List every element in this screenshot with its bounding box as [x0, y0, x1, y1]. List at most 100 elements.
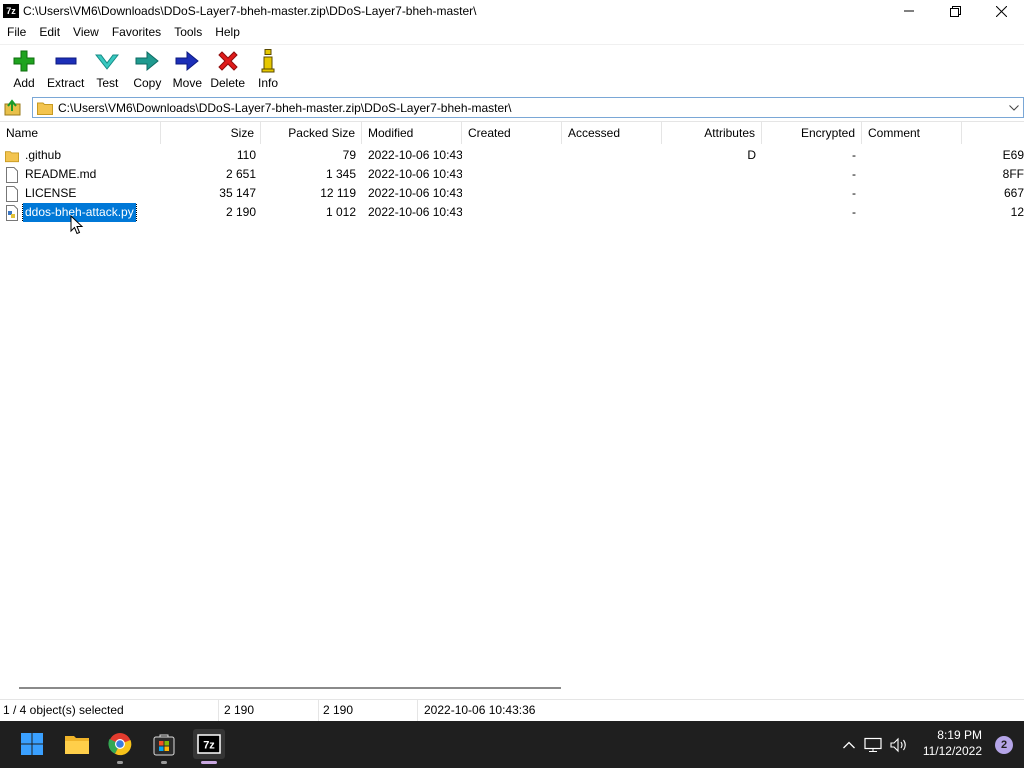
volume-button[interactable] [886, 721, 912, 768]
file-crc-cell: 8FF [1002, 167, 1024, 181]
network-icon [864, 737, 882, 752]
info-icon [255, 49, 281, 73]
file-crc-cell: 667 [1003, 186, 1024, 200]
file-name-cell: LICENSE [5, 184, 160, 203]
file-size-cell: 2 190 [225, 205, 256, 219]
column-header-name[interactable]: Name [0, 122, 161, 144]
status-selection: 1 / 4 object(s) selected [0, 700, 219, 721]
taskbar-7zip[interactable]: 7z [193, 729, 225, 759]
column-header-packed-size[interactable]: Packed Size [261, 122, 362, 144]
address-path-text: C:\Users\VM6\Downloads\DDoS-Layer7-bheh-… [58, 100, 512, 115]
info-button[interactable]: Info [248, 45, 288, 93]
menu-bar: File Edit View Favorites Tools Help [0, 22, 1024, 42]
file-size-cell: 110 [236, 148, 256, 162]
address-bar: C:\Users\VM6\Downloads\DDoS-Layer7-bheh-… [0, 96, 1024, 118]
svg-text:7z: 7z [203, 740, 215, 752]
file-encrypted-cell: - [852, 167, 856, 181]
file-size-cell: 2 651 [225, 167, 256, 181]
minus-icon [53, 49, 79, 73]
table-row[interactable]: README.md 2 651 1 345 2022-10-06 10:43 -… [0, 165, 1024, 184]
folder-icon [37, 102, 53, 115]
address-path-field[interactable]: C:\Users\VM6\Downloads\DDoS-Layer7-bheh-… [32, 97, 1024, 118]
taskbar-clock[interactable]: 8:19 PM 11/12/2022 [923, 727, 982, 759]
status-packed-size: 2 190 [320, 700, 418, 721]
toolbar: Add Extract Test Copy Move Delete Info [0, 44, 1024, 94]
chevron-up-icon [843, 741, 855, 748]
taskbar-chrome[interactable] [105, 729, 135, 759]
document-icon [6, 166, 18, 183]
title-bar: 7z C:\Users\VM6\Downloads\DDoS-Layer7-bh… [0, 0, 1024, 22]
status-size: 2 190 [221, 700, 319, 721]
column-header-size[interactable]: Size [161, 122, 261, 144]
column-header-attributes[interactable]: Attributes [662, 122, 762, 144]
minimize-icon [904, 10, 914, 12]
system-tray [838, 721, 912, 768]
start-button[interactable] [17, 729, 47, 759]
file-packed-cell: 1 345 [325, 167, 356, 181]
notification-badge[interactable]: 2 [995, 736, 1013, 754]
extract-button[interactable]: Extract [44, 45, 87, 93]
taskbar: 7z 8:19 PM 11/12/2022 2 [0, 721, 1024, 768]
taskbar-file-explorer[interactable] [62, 729, 92, 759]
menu-view[interactable]: View [66, 22, 105, 42]
close-icon [995, 5, 1007, 17]
menu-tools[interactable]: Tools [167, 22, 208, 42]
copy-button[interactable]: Copy [127, 45, 167, 93]
scrollbar-thumb[interactable] [19, 687, 561, 689]
file-encrypted-cell: - [852, 205, 856, 219]
column-header-comment[interactable]: Comment [862, 122, 962, 144]
address-dropdown-button[interactable] [1007, 101, 1021, 115]
chevron-down-icon [1009, 105, 1019, 111]
move-arrow-icon [174, 49, 200, 73]
horizontal-scrollbar[interactable] [0, 679, 1024, 697]
table-row[interactable]: .github 110 79 2022-10-06 10:43 D - E69 [0, 146, 1024, 165]
file-crc-cell: E69 [1002, 148, 1024, 162]
column-header-crc[interactable] [962, 122, 1024, 144]
clock-date: 11/12/2022 [922, 744, 982, 758]
network-button[interactable] [860, 721, 886, 768]
menu-edit[interactable]: Edit [32, 22, 66, 42]
taskbar-store[interactable] [149, 729, 179, 759]
column-header-modified[interactable]: Modified [362, 122, 462, 144]
file-list[interactable]: Name Size Packed Size Modified Created A… [0, 121, 1024, 697]
minimize-button[interactable] [886, 0, 932, 22]
list-header: Name Size Packed Size Modified Created A… [0, 122, 1024, 144]
move-button[interactable]: Move [167, 45, 207, 93]
file-packed-cell: 1 012 [325, 205, 356, 219]
file-attributes-cell [662, 184, 756, 203]
column-header-accessed[interactable]: Accessed [562, 122, 662, 144]
table-row[interactable]: LICENSE 35 147 12 119 2022-10-06 10:43 -… [0, 184, 1024, 203]
7zip-icon: 7z [197, 734, 221, 754]
tray-overflow-button[interactable] [838, 721, 860, 768]
file-packed-cell: 12 119 [320, 186, 356, 200]
menu-file[interactable]: File [0, 22, 32, 42]
7zip-app-icon[interactable]: 7z [3, 4, 19, 18]
delete-button[interactable]: Delete [207, 45, 248, 93]
status-modified: 2022-10-06 10:43:36 [424, 703, 536, 717]
up-folder-button[interactable] [2, 96, 24, 118]
add-button[interactable]: Add [4, 45, 44, 93]
menu-help[interactable]: Help [208, 22, 246, 42]
column-header-created[interactable]: Created [462, 122, 562, 144]
clock-time: 8:19 PM [937, 728, 982, 742]
folder-up-icon [4, 99, 21, 116]
status-bar: 1 / 4 object(s) selected 2 190 2 190 202… [0, 699, 1024, 721]
file-encrypted-cell: - [852, 186, 856, 200]
window-title: C:\Users\VM6\Downloads\DDoS-Layer7-bheh-… [23, 4, 477, 18]
file-modified-cell: 2022-10-06 10:43 [368, 186, 462, 200]
menu-favorites[interactable]: Favorites [105, 22, 167, 42]
chrome-running-indicator [117, 761, 123, 764]
file-attributes-cell: D [747, 148, 756, 162]
store-icon [153, 734, 175, 756]
file-modified-cell: 2022-10-06 10:43 [368, 167, 462, 181]
file-attributes-cell [662, 165, 756, 184]
restore-button[interactable] [932, 0, 978, 22]
close-button[interactable] [978, 0, 1024, 22]
store-running-indicator [161, 761, 167, 764]
column-header-encrypted[interactable]: Encrypted [762, 122, 862, 144]
file-name-cell: .github [5, 146, 160, 165]
test-checkmark-icon [94, 49, 120, 73]
test-button[interactable]: Test [87, 45, 127, 93]
python-file-icon [6, 204, 18, 221]
table-row[interactable]: ddos-bheh-attack.py 2 190 1 012 2022-10-… [0, 203, 1024, 222]
